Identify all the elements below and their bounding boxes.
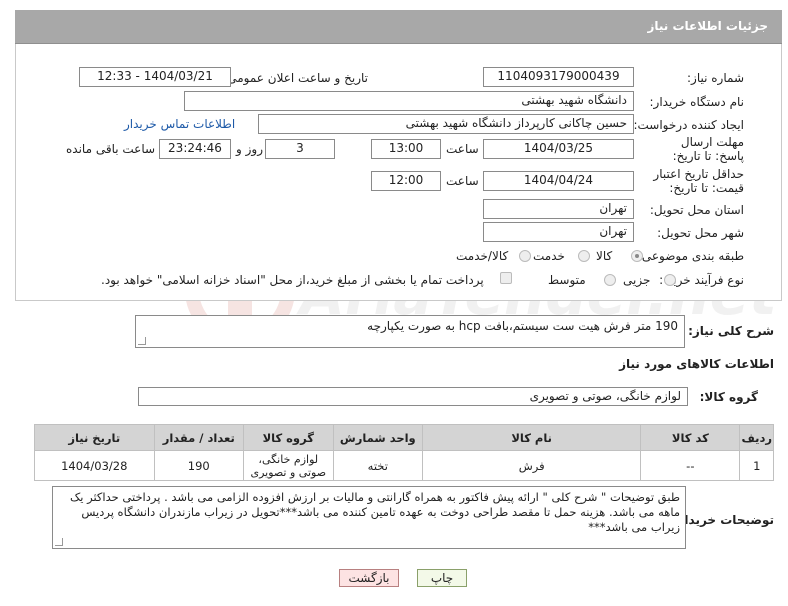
col-group: گروه کالا [243, 424, 334, 451]
col-need-date: تاریخ نیاز [34, 424, 155, 451]
col-unit: واحد شمارش [332, 424, 424, 451]
announce-date-label: تاریخ و ساعت اعلان عمومی: [223, 71, 368, 85]
need-number-label: شماره نیاز: [687, 71, 744, 85]
city-field[interactable]: تهران [483, 222, 634, 242]
general-desc-label: شرح کلی نیاز: [688, 324, 774, 338]
general-desc-resize-icon[interactable] [138, 337, 146, 345]
reply-hour-label: ساعت [446, 142, 479, 156]
cell-need-date: 1404/03/28 [34, 450, 155, 481]
cell-quantity: 190 [153, 450, 245, 481]
validity-time-field[interactable]: 12:00 [371, 171, 441, 191]
col-quantity: تعداد / مقدار [153, 424, 245, 451]
buyer-org-field[interactable]: دانشگاه شهید بهشتی [184, 91, 634, 111]
validity-date-field[interactable]: 1404/04/24 [483, 171, 634, 191]
category-label: طبقه بندی موضوعی: [637, 249, 744, 263]
countdown-field: 23:24:46 [159, 139, 231, 159]
city-label: شهر محل تحویل: [657, 226, 744, 240]
buyer-org-label: نام دستگاه خریدار: [649, 95, 745, 109]
goods-group-field[interactable]: لوازم خانگی، صوتی و تصویری [138, 387, 688, 406]
buyer-contact-link[interactable]: اطلاعات تماس خریدار [124, 117, 235, 131]
cell-group: لوازم خانگی، صوتی و تصویری [243, 450, 334, 481]
print-button[interactable]: چاپ [417, 569, 467, 587]
col-row-no: ردیف [739, 424, 774, 451]
reply-date-field[interactable]: 1404/03/25 [483, 139, 634, 159]
validity-hour-label: ساعت [446, 174, 479, 188]
process-option-medium: متوسط [548, 273, 586, 287]
table-row[interactable]: 1 -- فرش تخته لوازم خانگی، صوتی و تصویری… [34, 450, 774, 481]
panel-title: جزئیات اطلاعات نیاز [647, 19, 768, 33]
goods-info-heading: اطلاعات کالاهای مورد نیاز [619, 357, 774, 371]
back-button[interactable]: بازگشت [339, 569, 399, 587]
items-table-header: ردیف کد کالا نام کالا واحد شمارش گروه کا… [34, 424, 774, 451]
reply-deadline-label: مهلت ارسال پاسخ: تا تاریخ: [672, 135, 744, 163]
goods-group-label: گروه کالا: [699, 390, 758, 404]
remaining-label: ساعت باقی مانده [66, 142, 156, 156]
requester-label: ایجاد کننده درخواست: [633, 118, 744, 132]
need-number-field[interactable]: 1104093179000439 [483, 67, 634, 87]
process-radio-minor[interactable] [664, 274, 676, 286]
days-and-label: روز و [236, 142, 263, 156]
process-radio-medium[interactable] [604, 274, 616, 286]
cell-code: -- [640, 450, 741, 481]
category-radio-goods[interactable] [631, 250, 643, 262]
category-option-both: کالا/خدمت [456, 249, 509, 263]
buyer-notes-resize-icon[interactable] [55, 538, 63, 546]
col-name: نام کالا [422, 424, 642, 451]
treasury-payment-note: پرداخت تمام یا بخشی از مبلغ خرید،از محل … [101, 273, 484, 287]
reply-time-field[interactable]: 13:00 [371, 139, 441, 159]
announce-date-field[interactable]: 1404/03/21 - 12:33 [79, 67, 231, 87]
category-radio-both[interactable] [519, 250, 531, 262]
reply-days-field[interactable]: 3 [265, 139, 335, 159]
cell-row-no: 1 [739, 450, 774, 481]
process-option-minor: جزیی [623, 273, 651, 287]
price-validity-label: حداقل تاریخ اعتبار قیمت: تا تاریخ: [653, 167, 744, 195]
buyer-notes-field[interactable]: طبق توضیحات " شرح کلی " ارائه پیش فاکتور… [52, 486, 686, 549]
col-code: کد کالا [640, 424, 741, 451]
province-field[interactable]: تهران [483, 199, 634, 219]
panel-header: جزئیات اطلاعات نیاز [15, 10, 782, 44]
category-option-service: خدمت [533, 249, 565, 263]
general-desc-field[interactable]: 190 متر فرش هیت ست سیستم،بافت hcp به صور… [135, 315, 685, 348]
province-label: استان محل تحویل: [649, 203, 744, 217]
category-radio-service[interactable] [578, 250, 590, 262]
treasury-payment-checkbox[interactable] [500, 272, 512, 284]
category-option-goods: کالا [596, 249, 613, 263]
cell-unit: تخته [332, 450, 424, 481]
cell-name: فرش [422, 450, 642, 481]
requester-field[interactable]: حسین چاکانی کارپرداز دانشگاه شهید بهشتی [258, 114, 634, 134]
items-table: ردیف کد کالا نام کالا واحد شمارش گروه کا… [34, 424, 774, 481]
buyer-notes-label: توضیحات خریدار: [672, 513, 774, 527]
